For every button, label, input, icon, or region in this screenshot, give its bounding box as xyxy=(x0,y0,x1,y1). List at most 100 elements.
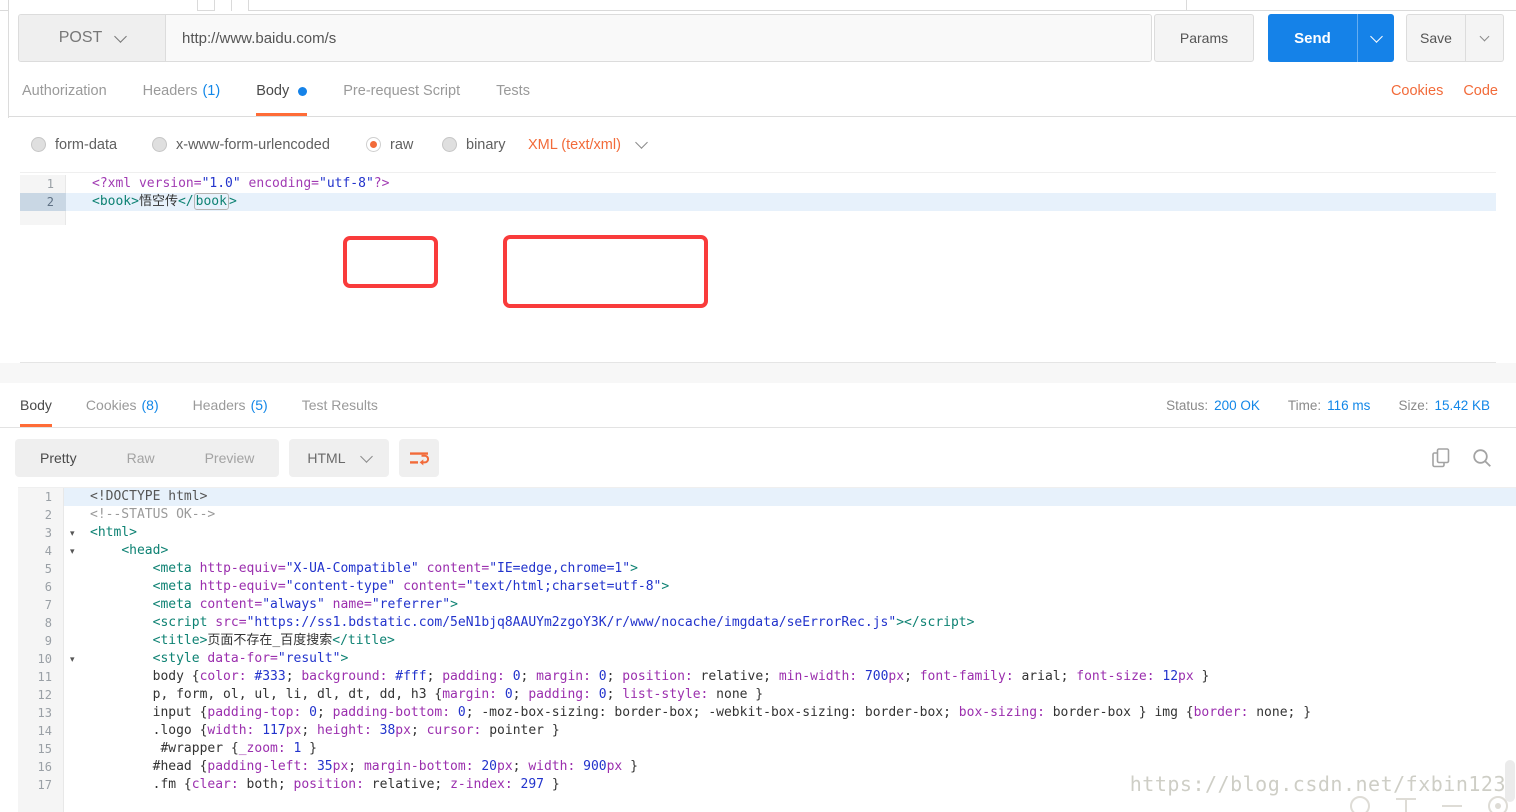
copy-button[interactable] xyxy=(1432,448,1450,468)
response-body-editor[interactable]: 1<!DOCTYPE html>2<!--STATUS OK-->3▾<html… xyxy=(18,487,1516,812)
wrap-text-button[interactable] xyxy=(399,439,439,477)
request-links: Cookies Code xyxy=(1391,66,1516,116)
send-button[interactable]: Send xyxy=(1268,14,1357,62)
postman-window: POST Params Send Save Authorization Heade… xyxy=(0,0,1516,812)
code-line-content: ▾<html> xyxy=(64,524,1516,542)
body-mode-raw[interactable]: raw xyxy=(366,137,413,153)
send-button-group: Send xyxy=(1268,14,1394,62)
view-mode-preview[interactable]: Preview xyxy=(180,450,280,466)
fold-arrow-icon[interactable]: ▾ xyxy=(70,524,75,542)
code-line-9: 9 <title>页面不存在_百度搜索</title> xyxy=(18,632,1516,650)
code-line-1: 1<!DOCTYPE html> xyxy=(18,488,1516,506)
body-mode-form-data[interactable]: form-data xyxy=(31,137,117,153)
line-number: 15 xyxy=(18,740,64,758)
code-line-content: <meta content="always" name="referrer"> xyxy=(64,596,1516,614)
radio-selected-icon[interactable] xyxy=(366,137,381,152)
wrap-text-icon xyxy=(409,451,429,466)
tab-label: Cookies xyxy=(86,397,137,413)
cookies-link[interactable]: Cookies xyxy=(1391,83,1443,99)
body-mode-binary[interactable]: binary xyxy=(442,137,506,153)
code-line-content: #wrapper {_zoom: 1 } xyxy=(64,740,1516,758)
chevron-down-icon xyxy=(635,136,648,149)
request-tab-headers[interactable]: Headers(1) xyxy=(143,66,221,116)
code-line-8: 8 <script src="https://ss1.bdstatic.com/… xyxy=(18,614,1516,632)
code-line-12: 12 p, form, ol, ul, li, dl, dt, dd, h3 {… xyxy=(18,686,1516,704)
response-tab-test-results[interactable]: Test Results xyxy=(302,383,378,427)
line-number: 1 xyxy=(20,175,66,193)
fold-arrow-icon[interactable]: ▾ xyxy=(70,650,75,668)
save-options-button[interactable] xyxy=(1466,14,1504,62)
send-options-button[interactable] xyxy=(1357,14,1394,62)
tab-label: Body xyxy=(20,397,52,413)
code-line-2: 2<book>悟空传</book> xyxy=(20,193,1496,211)
chevron-down-icon xyxy=(114,30,127,43)
new-tab-button[interactable] xyxy=(214,0,232,11)
response-section-tabs: Body Cookies (8) Headers(5) Test Results Sta… xyxy=(0,383,1516,428)
response-tab-body[interactable]: Body xyxy=(20,383,52,427)
code-line-6: 6 <meta http-equiv="content-type" conten… xyxy=(18,578,1516,596)
response-tab-headers[interactable]: Headers(5) xyxy=(193,383,268,427)
line-number: 7 xyxy=(18,596,64,614)
tab-count-badge: (8) xyxy=(142,397,159,413)
code-line-content: input {padding-top: 0; padding-bottom: 0… xyxy=(64,704,1516,722)
request-tab-tests[interactable]: Tests xyxy=(496,66,530,116)
request-tab-pre-request-script[interactable]: Pre-request Script xyxy=(343,66,460,116)
save-button-group: Save xyxy=(1406,14,1504,62)
request-tab-body[interactable]: Body xyxy=(256,66,307,116)
unsaved-dot-icon xyxy=(298,87,307,96)
save-button[interactable]: Save xyxy=(1406,14,1466,62)
body-mode-x-www-form-urlencoded[interactable]: x-www-form-urlencoded xyxy=(152,137,330,153)
cut-off-toolbar xyxy=(1350,796,1508,812)
params-button[interactable]: Params xyxy=(1154,14,1254,62)
body-mode-label: binary xyxy=(466,137,506,153)
line-number: 8 xyxy=(18,614,64,632)
line-number: 3 xyxy=(18,524,64,542)
format-label: HTML xyxy=(307,450,345,466)
tab-label: Pre-request Script xyxy=(343,83,460,99)
line-icon xyxy=(1442,805,1462,807)
content-type-dropdown[interactable]: XML (text/xml) xyxy=(528,137,646,153)
format-dropdown[interactable]: HTML xyxy=(289,439,388,477)
code-line-content: <!DOCTYPE html> xyxy=(64,488,1516,506)
code-line-4: 4▾ <head> xyxy=(18,542,1516,560)
line-number: 12 xyxy=(18,686,64,704)
line-number: 17 xyxy=(18,776,64,794)
response-tab-cookies[interactable]: Cookies (8) xyxy=(86,383,159,427)
body-mode-label: raw xyxy=(390,137,413,153)
circle-icon xyxy=(1350,796,1370,812)
open-request-tab[interactable] xyxy=(8,0,198,11)
method-label: POST xyxy=(59,29,103,47)
search-button[interactable] xyxy=(1472,448,1492,468)
code-line-11: 11 body {color: #333; background: #fff; … xyxy=(18,668,1516,686)
response-toolbar: PrettyRawPreview HTML xyxy=(0,429,1516,487)
code-line-content: ▾ <head> xyxy=(64,542,1516,560)
code-line-14: 14 .logo {width: 117px; height: 38px; cu… xyxy=(18,722,1516,740)
request-tab-authorization[interactable]: Authorization xyxy=(22,66,107,116)
tab-label: Authorization xyxy=(22,83,107,99)
view-mode-raw[interactable]: Raw xyxy=(102,450,180,466)
status-value: 200 OK xyxy=(1214,398,1260,413)
circled-dot-icon xyxy=(1488,796,1508,812)
time-label: Time: xyxy=(1288,398,1321,413)
text-tool-icon xyxy=(1396,796,1416,812)
radio-icon[interactable] xyxy=(152,137,167,152)
code-line-content: <title>页面不存在_百度搜索</title> xyxy=(64,632,1516,650)
code-line-5: 5 <meta http-equiv="X-UA-Compatible" con… xyxy=(18,560,1516,578)
line-number: 2 xyxy=(18,506,64,524)
response-meta: Status: 200 OK Time: 116 ms Size: 15.42 … xyxy=(1166,383,1516,427)
method-dropdown[interactable]: POST xyxy=(19,15,166,61)
line-number: 11 xyxy=(18,668,64,686)
line-number: 6 xyxy=(18,578,64,596)
code-link[interactable]: Code xyxy=(1463,83,1498,99)
time-pair: Time: 116 ms xyxy=(1288,398,1371,413)
fold-arrow-icon[interactable]: ▾ xyxy=(70,542,75,560)
url-input[interactable] xyxy=(166,15,1151,61)
radio-icon[interactable] xyxy=(442,137,457,152)
method-url-group: POST xyxy=(18,14,1152,62)
code-line-content: <book>悟空传</book> xyxy=(66,193,1496,211)
tab-menu-button[interactable] xyxy=(231,0,249,11)
radio-icon[interactable] xyxy=(31,137,46,152)
request-body-editor[interactable]: 1<?xml version="1.0" encoding="utf-8"?>2… xyxy=(20,172,1496,363)
view-mode-pretty[interactable]: Pretty xyxy=(15,450,102,466)
chevron-down-icon xyxy=(360,450,373,463)
